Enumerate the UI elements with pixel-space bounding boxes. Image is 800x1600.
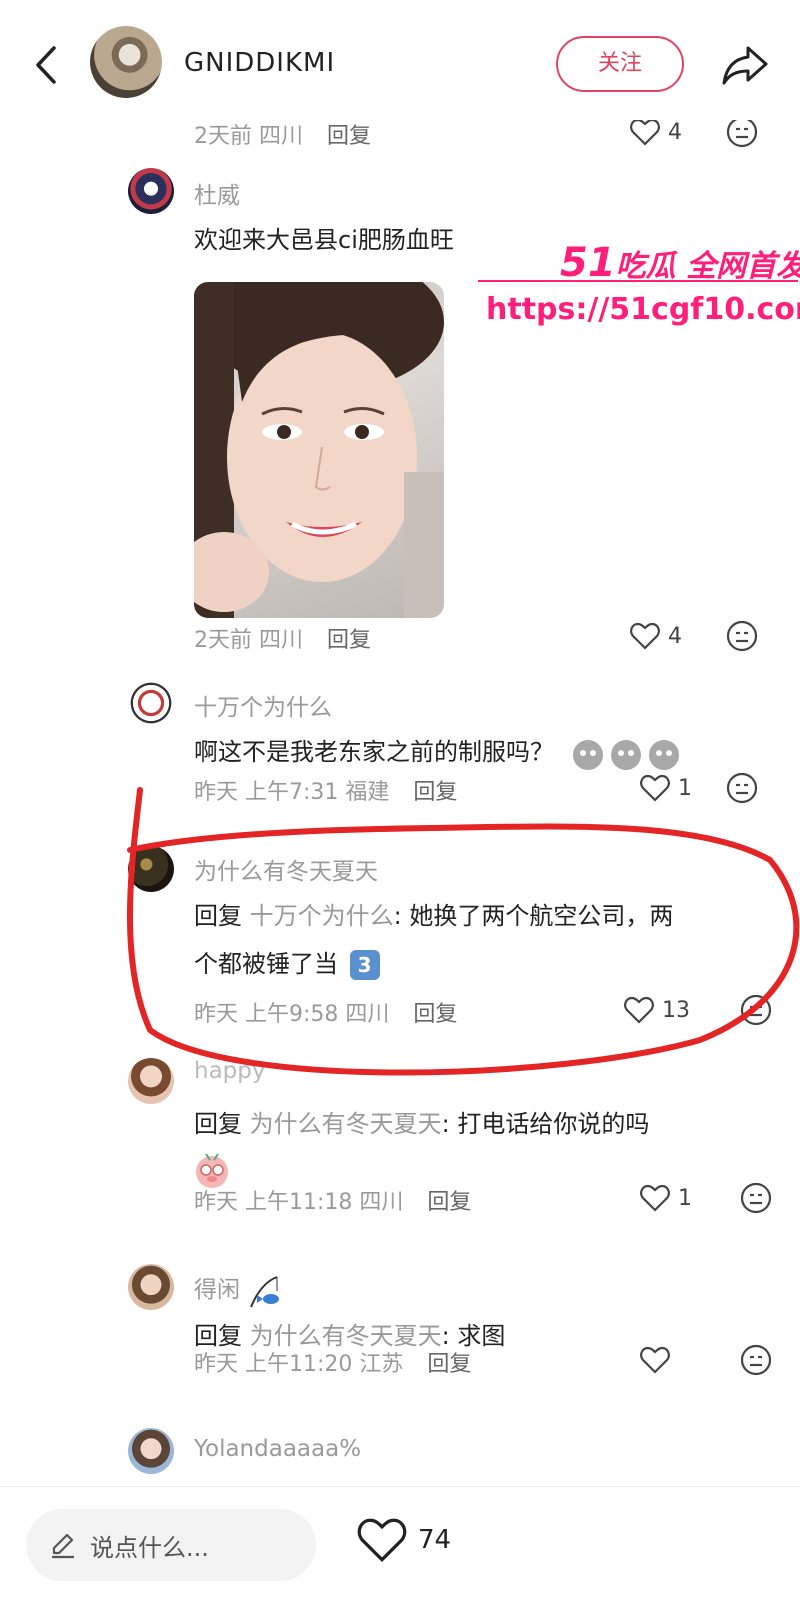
- commenter-avatar[interactable]: [128, 1428, 174, 1474]
- reply-to-user[interactable]: 为什么有冬天夏天: [250, 1110, 442, 1138]
- reply-prefix: 回复: [194, 1110, 242, 1138]
- heart-icon: [630, 622, 660, 650]
- comment-meta: 2天前 四川 回复: [194, 622, 371, 654]
- comment-time-location: 昨天 上午9:58 四川: [194, 1002, 390, 1027]
- comment-meta: 昨天 上午7:31 福建 回复: [194, 774, 457, 806]
- comment-like-button[interactable]: 1: [640, 774, 692, 802]
- commenter-name[interactable]: Yolandaaaaa%: [194, 1436, 361, 1462]
- reply-button[interactable]: 回复: [327, 124, 371, 149]
- comment-input[interactable]: 说点什么...: [26, 1509, 316, 1581]
- commenter-avatar[interactable]: [128, 168, 174, 214]
- commenter-name[interactable]: 杜威: [194, 176, 240, 210]
- like-count: 4: [668, 119, 682, 145]
- comment-meta: 2天前 四川 回复: [194, 118, 371, 150]
- comment-text-body: : 打电话给你说的吗: [441, 1110, 650, 1138]
- follow-button[interactable]: 关注: [556, 36, 684, 92]
- heart-icon: [640, 774, 670, 802]
- reply-prefix: 回复: [194, 902, 242, 930]
- comment-meta: 昨天 上午9:58 四川 回复: [194, 996, 457, 1028]
- heart-icon: [357, 1518, 407, 1563]
- dislike-face-icon[interactable]: [726, 620, 758, 652]
- dislike-face-icon[interactable]: [740, 1344, 772, 1376]
- post-like-count: 74: [418, 1525, 452, 1555]
- comment-time-location: 昨天 上午11:20 江苏: [194, 1352, 404, 1377]
- portrait-image: [194, 282, 444, 618]
- comment-text: 啊这不是我老东家之前的制服吗？: [194, 732, 682, 772]
- commenter-avatar[interactable]: [128, 1264, 174, 1310]
- heart-icon: [640, 1346, 670, 1374]
- bottom-comment-bar: 说点什么... 74: [0, 1486, 800, 1600]
- comment-like-button[interactable]: [640, 1346, 678, 1374]
- commenter-avatar[interactable]: [128, 680, 174, 726]
- commenter-name[interactable]: 为什么有冬天夏天: [194, 852, 378, 886]
- comment-input-placeholder: 说点什么...: [90, 1533, 209, 1562]
- comment-text-body: : 她换了两个航空公司，两: [393, 902, 674, 930]
- keycap-digit-emoji: 3: [349, 950, 380, 980]
- pencil-icon: [52, 1533, 74, 1559]
- comment-text: 欢迎来大邑县ci肥肠血旺: [194, 226, 454, 254]
- commenter-name[interactable]: 得闲: [194, 1270, 283, 1309]
- comment-photo[interactable]: [194, 282, 444, 618]
- author-username[interactable]: GNIDDIKMI: [184, 48, 335, 78]
- reply-button[interactable]: 回复: [327, 628, 371, 653]
- reply-to-user[interactable]: 十万个为什么: [250, 902, 394, 930]
- heart-icon: [630, 118, 660, 146]
- comment-like-button[interactable]: 4: [630, 622, 682, 650]
- dislike-face-icon[interactable]: [726, 116, 758, 148]
- reply-button[interactable]: 回复: [413, 1002, 457, 1027]
- comment-time-location: 昨天 上午11:18 四川: [194, 1190, 404, 1215]
- comment-text-body: 啊这不是我老东家之前的制服吗？: [194, 738, 554, 766]
- like-count: 13: [662, 997, 690, 1023]
- watermark-slogan: 吃瓜 全网首发: [615, 249, 800, 284]
- reply-button[interactable]: 回复: [427, 1352, 471, 1377]
- share-icon[interactable]: [720, 42, 770, 86]
- comment-text: 回复 十万个为什么: 她换了两个航空公司，两: [194, 896, 673, 936]
- like-count: 4: [668, 623, 682, 649]
- fishing-emoji-icon: [250, 1275, 280, 1307]
- dislike-face-icon[interactable]: [740, 994, 772, 1026]
- reply-button[interactable]: 回复: [413, 780, 457, 805]
- commenter-name-text: 得闲: [194, 1277, 240, 1303]
- commenter-name[interactable]: happy: [194, 1058, 265, 1084]
- comment-text-line2: 个都被锤了当 3: [194, 944, 380, 984]
- comment-like-button[interactable]: 13: [624, 996, 690, 1024]
- comment-text-body-2: 个都被锤了当: [194, 950, 338, 978]
- heart-icon: [640, 1184, 670, 1212]
- comment-time-location: 2天前 四川: [194, 628, 303, 653]
- watermark-divider: [478, 280, 798, 282]
- author-avatar[interactable]: [90, 26, 162, 98]
- reply-button[interactable]: 回复: [427, 1190, 471, 1215]
- heart-icon: [624, 996, 654, 1024]
- commenter-name[interactable]: 十万个为什么: [194, 688, 332, 722]
- comment-meta: 昨天 上午11:20 江苏 回复: [194, 1346, 471, 1378]
- like-count: 1: [678, 1185, 692, 1211]
- comment-meta: 昨天 上午11:18 四川 回复: [194, 1184, 471, 1216]
- comment-like-button[interactable]: 4: [630, 118, 682, 146]
- comment-text: 回复 为什么有冬天夏天: 打电话给你说的吗: [194, 1104, 649, 1144]
- comment-time-location: 昨天 上午7:31 福建: [194, 780, 390, 805]
- dislike-face-icon[interactable]: [726, 772, 758, 804]
- comment-time-location: 2天前 四川: [194, 124, 303, 149]
- commenter-avatar[interactable]: [128, 846, 174, 892]
- post-like-button[interactable]: 74: [356, 1517, 451, 1563]
- comment-like-button[interactable]: 1: [640, 1184, 692, 1212]
- commenter-avatar[interactable]: [128, 1058, 174, 1104]
- back-arrow-icon[interactable]: [28, 40, 68, 90]
- dislike-face-icon[interactable]: [740, 1182, 772, 1214]
- like-count: 1: [678, 775, 692, 801]
- sticker-emoji-icon: [572, 740, 679, 770]
- top-bar: GNIDDIKMI 关注: [0, 0, 800, 120]
- watermark-url: https://51cgf10.com: [486, 292, 800, 327]
